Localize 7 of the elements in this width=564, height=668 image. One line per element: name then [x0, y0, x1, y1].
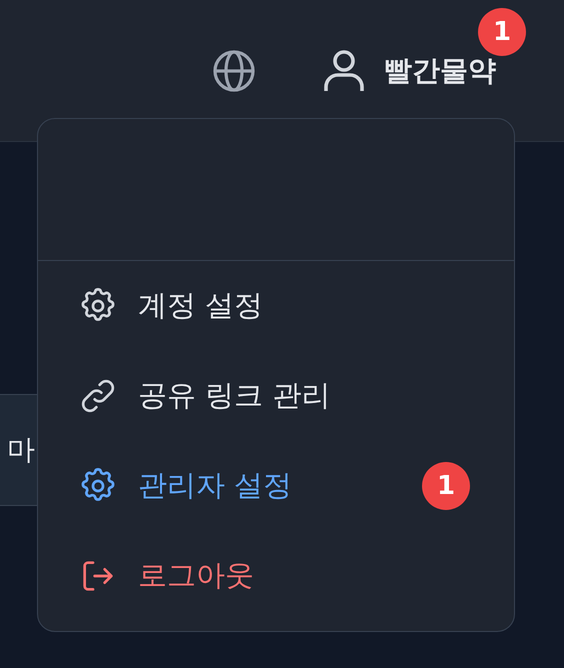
partial-card: 마: [0, 394, 38, 506]
notification-badge: 1: [478, 8, 526, 56]
menu-item[interactable]: 공유 링크 관리: [38, 351, 514, 441]
menu-item[interactable]: 계정 설정: [38, 261, 514, 351]
count-badge: 1: [422, 462, 470, 510]
menu-item[interactable]: 로그아웃: [38, 531, 514, 621]
menu-item[interactable]: 관리자 설정 1: [38, 441, 514, 531]
